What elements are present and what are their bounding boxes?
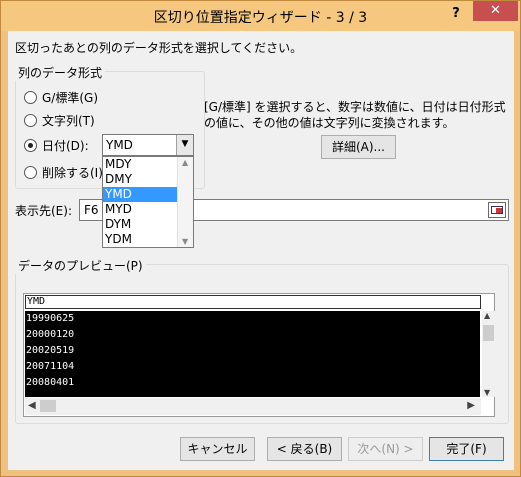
preview-column-header[interactable]: YMD [25, 295, 481, 309]
radio-general[interactable]: G/標準(G) [24, 89, 98, 106]
preview-row: 19990625 [26, 313, 75, 324]
window-title: 区切り位置指定ウィザード - 3 / 3 [153, 10, 368, 26]
scroll-up-icon[interactable]: ▲ [484, 311, 490, 320]
range-marker [496, 208, 502, 213]
finish-button[interactable]: 完了(F) [429, 437, 504, 461]
instruction-text: 区切ったあとの列のデータ形式を選択してください。 [15, 41, 303, 55]
radio-skip-label: 削除する(I) [42, 166, 103, 180]
radio-circle[interactable] [24, 114, 37, 127]
scroll-right-icon[interactable]: ▶ [467, 400, 475, 411]
help-button[interactable]: ? [444, 5, 468, 23]
next-button[interactable]: 次へ(N) > [348, 437, 423, 461]
date-format-dropdown: MDY DMY YMD MYD DYM YDM ▲ ▼ [102, 156, 194, 248]
title-bar[interactable]: 区切り位置指定ウィザード - 3 / 3 ? ✕ [1, 1, 520, 31]
scroll-down-icon[interactable]: ▼ [484, 388, 490, 397]
data-preview[interactable]: YMD 19990625 20000120 20020519 20071104 … [23, 293, 495, 417]
close-button[interactable]: ✕ [473, 1, 518, 21]
date-format-value: YMD [106, 138, 133, 152]
preview-horizontal-scrollbar[interactable]: ◀ ▶ [25, 398, 481, 415]
chevron-down-icon[interactable]: ▼ [176, 135, 193, 155]
radio-text-label: 文字列(T) [42, 114, 95, 128]
radio-date[interactable]: 日付(D): [24, 137, 89, 154]
format-group-label: 列のデータ形式 [15, 64, 106, 81]
back-button[interactable]: < 戻る(B) [267, 437, 342, 461]
dropdown-option-ymd[interactable]: YMD [103, 187, 178, 202]
preview-group-label: データのプレビュー(P) [15, 257, 146, 274]
scroll-up-icon[interactable]: ▲ [182, 158, 188, 167]
preview-data-area[interactable]: 19990625 20000120 20020519 20071104 2008… [25, 311, 480, 397]
dropdown-option-mdy[interactable]: MDY [103, 157, 178, 172]
dropdown-option-dmy[interactable]: DMY [103, 172, 178, 187]
radio-circle[interactable] [24, 166, 37, 179]
scroll-down-icon[interactable]: ▼ [182, 237, 188, 246]
radio-circle-selected[interactable] [24, 139, 37, 152]
destination-label: 表示先(E): [15, 204, 72, 218]
preview-vertical-scrollbar[interactable]: ▲ ▼ [482, 311, 495, 397]
date-format-select[interactable]: YMD ▼ [102, 134, 194, 156]
radio-skip[interactable]: 削除する(I) [24, 164, 103, 181]
preview-row: 20020519 [26, 345, 75, 356]
advanced-button[interactable]: 詳細(A)... [321, 135, 396, 159]
destination-value: F6 [84, 203, 99, 217]
scroll-thumb[interactable] [483, 325, 494, 341]
cancel-button[interactable]: キャンセル [180, 437, 255, 461]
range-select-icon[interactable] [488, 202, 506, 218]
dropdown-option-ydm[interactable]: YDM [103, 232, 178, 247]
format-description: [G/標準] を選択すると、数字は数値に、日付は日付形式の値に、その他の値は文字… [204, 100, 506, 130]
dialog-body: 区切ったあとの列のデータ形式を選択してください。 列のデータ形式 G/標準(G)… [8, 31, 514, 470]
scroll-left-icon[interactable]: ◀ [28, 400, 36, 411]
scroll-thumb[interactable] [40, 400, 56, 412]
dropdown-option-dym[interactable]: DYM [103, 217, 178, 232]
preview-row: 20071104 [26, 361, 75, 372]
wizard-window: 区切り位置指定ウィザード - 3 / 3 ? ✕ 区切ったあとの列のデータ形式を… [0, 0, 521, 477]
preview-row: 20080401 [26, 377, 75, 388]
radio-text[interactable]: 文字列(T) [24, 112, 95, 129]
preview-row: 20000120 [26, 329, 75, 340]
radio-date-label: 日付(D): [42, 139, 89, 153]
radio-circle[interactable] [24, 91, 37, 104]
radio-general-label: G/標準(G) [42, 91, 99, 105]
dropdown-option-myd[interactable]: MYD [103, 202, 178, 217]
dropdown-scrollbar[interactable]: ▲ ▼ [177, 157, 193, 247]
